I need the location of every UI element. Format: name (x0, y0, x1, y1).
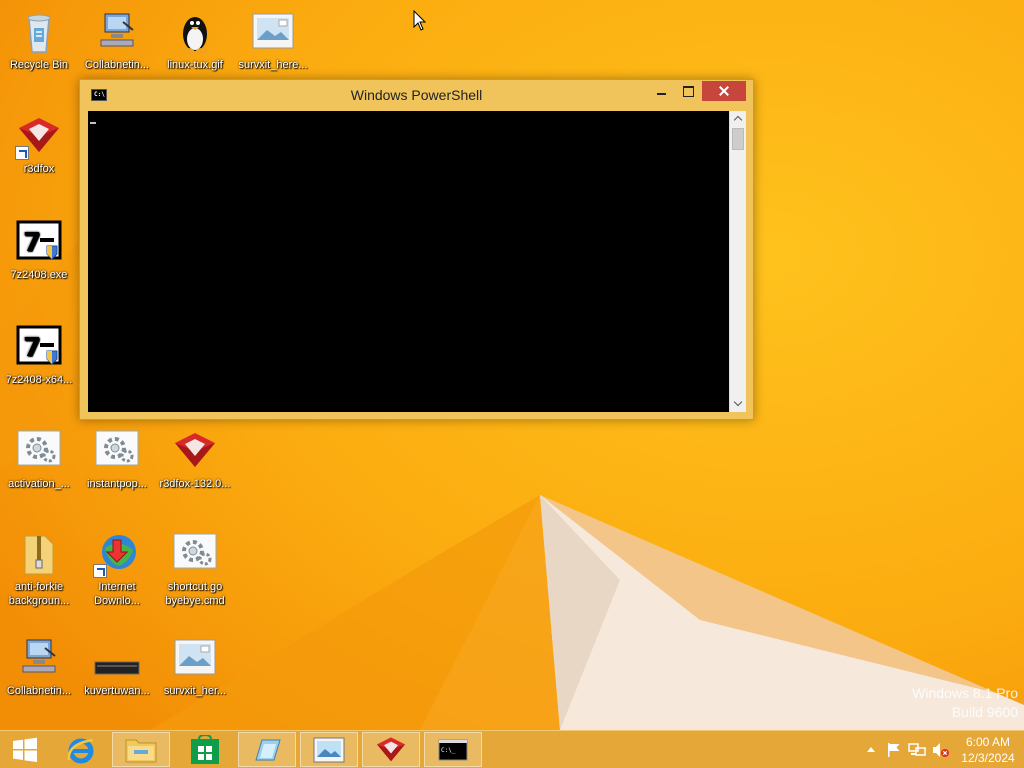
settings-file-icon (15, 427, 63, 475)
clock-date: 12/3/2024 (961, 751, 1015, 765)
network-computer-icon (93, 8, 141, 56)
desktop-icon-linux-tux[interactable]: linux-tux.gif (156, 8, 234, 72)
tux-penguin-icon (171, 8, 219, 56)
desktop-icon-collabnet-1[interactable]: Collabnetin... (78, 8, 156, 72)
desktop-icon-survxit-1[interactable]: survxit_here... (234, 8, 312, 72)
image-viewer-icon (313, 737, 345, 762)
taskbar: C:\_ 6:00 AM 12/3/2024 (0, 730, 1024, 768)
desktop-icon-r3dfox-132[interactable]: r3dfox-132.0... (156, 427, 234, 491)
minimize-button[interactable] (651, 81, 673, 101)
desktop-icon-anti-forkie[interactable]: anti-forkie backgroun... (0, 530, 78, 608)
desktop-icon-activation[interactable]: activation_... (0, 427, 78, 491)
mouse-pointer-icon (413, 10, 427, 31)
windows-watermark: Windows 8.1 Pro Build 9600 (912, 684, 1018, 722)
shortcut-arrow-icon (93, 564, 107, 578)
desktop-icon-instantpop[interactable]: instantpop... (78, 427, 156, 491)
desktop-icon-collabnet-2[interactable]: Collabnetin... (0, 634, 78, 698)
volume-muted-icon[interactable] (932, 742, 950, 758)
zip-folder-icon (15, 530, 63, 578)
r3dfox-browser-icon (377, 736, 405, 761)
svg-text:7: 7 (23, 333, 41, 363)
console-area[interactable] (88, 111, 729, 412)
svg-text:C:\_: C:\_ (441, 747, 456, 754)
desktop-icon-r3dfox[interactable]: r3dfox (0, 112, 78, 176)
scrollbar-thumb[interactable] (732, 128, 744, 150)
desktop-icon-label: Collabnetin... (84, 59, 150, 71)
taskbar-store[interactable] (176, 732, 234, 767)
desktop-icon-7z2408-exe[interactable]: 7 7z2408.exe (0, 218, 78, 282)
desktop-icon-label: activation_... (8, 478, 70, 490)
desktop-icon-label: instantpop... (87, 478, 147, 490)
shortcut-arrow-icon (15, 146, 29, 160)
desktop-icon-label: kuvertuwan... (84, 685, 150, 697)
start-button[interactable] (0, 732, 50, 767)
desktop-icon-kuvertuwan[interactable]: kuvertuwan... (78, 634, 156, 698)
desktop-icon-label: r3dfox (23, 163, 55, 175)
settings-file-icon (171, 530, 219, 578)
desktop-icon-label: Recycle Bin (9, 59, 69, 71)
desktop-icon-label: survxit_her... (163, 685, 227, 697)
network-computer-icon (15, 634, 63, 682)
desktop-icon-label: Collabnetin... (6, 685, 72, 697)
image-file-icon (171, 634, 219, 682)
system-tray: 6:00 AM 12/3/2024 (844, 731, 1024, 768)
desktop-icon-label: shortcut.go byebye.cmd (165, 581, 225, 607)
taskbar-image-viewer[interactable] (300, 732, 358, 767)
desktop-icon-label: 7z2408-x64... (5, 374, 73, 386)
store-icon (191, 734, 219, 764)
settings-file-icon (93, 427, 141, 475)
powershell-window[interactable]: C:\ Windows PowerShell (79, 79, 754, 420)
internet-download-manager-icon (93, 530, 141, 578)
7zip-installer-icon: 7 (15, 218, 63, 266)
desktop-icon-label: Internet Downlo... (94, 581, 140, 607)
taskbar-clock[interactable]: 6:00 AM 12/3/2024 (950, 734, 1024, 766)
watermark-build: Build 9600 (951, 704, 1018, 720)
notepad-icon (255, 739, 281, 760)
7zip-installer-icon: 7 (15, 323, 63, 371)
taskbar-file-explorer[interactable] (112, 732, 170, 767)
taskbar-powershell[interactable]: C:\_ (424, 732, 482, 767)
text-cursor (90, 122, 96, 124)
desktop-icon-label: 7z2408.exe (10, 269, 68, 281)
dark-bar-file-icon (93, 634, 141, 682)
desktop-icon-label: anti-forkie backgroun... (8, 581, 70, 607)
desktop-icon-label: survxit_here... (238, 59, 308, 71)
image-file-icon (249, 8, 297, 56)
clock-time: 6:00 AM (965, 735, 1011, 749)
desktop-icon-recycle-bin[interactable]: Recycle Bin (0, 8, 78, 72)
recycle-bin-icon (15, 8, 63, 56)
action-center-flag-icon[interactable] (886, 742, 902, 758)
scroll-down-arrow-icon[interactable] (730, 396, 746, 412)
watermark-edition: Windows 8.1 Pro (912, 685, 1018, 701)
desktop-icon-shortcut-go[interactable]: shortcut.go byebye.cmd (156, 530, 234, 608)
svg-text:7: 7 (23, 228, 41, 258)
close-button[interactable] (702, 81, 746, 101)
window-titlebar[interactable]: C:\ Windows PowerShell (80, 80, 753, 110)
internet-explorer-icon (67, 738, 94, 763)
file-explorer-icon (125, 739, 157, 762)
r3dfox-browser-icon (171, 427, 219, 475)
r3dfox-browser-icon (15, 112, 63, 160)
taskbar-internet-explorer[interactable] (52, 732, 110, 767)
console-icon: C:\_ (438, 739, 468, 760)
desktop-icon-label: linux-tux.gif (167, 59, 223, 71)
desktop-icon-survxit-2[interactable]: survxit_her... (156, 634, 234, 698)
maximize-button[interactable] (677, 81, 699, 101)
show-hidden-icons-arrow-icon[interactable] (866, 745, 876, 753)
desktop-icon-label: r3dfox-132.0... (159, 478, 231, 490)
desktop-icon-internet-download-manager[interactable]: Internet Downlo... (78, 530, 156, 608)
network-icon[interactable] (908, 742, 926, 758)
taskbar-r3dfox[interactable] (362, 732, 420, 767)
scroll-up-arrow-icon[interactable] (730, 111, 746, 127)
taskbar-notepad[interactable] (238, 732, 296, 767)
windows-logo-icon (13, 737, 37, 762)
vertical-scrollbar[interactable] (729, 111, 746, 412)
desktop-icon-7z2408-x64[interactable]: 7 7z2408-x64... (0, 323, 78, 387)
